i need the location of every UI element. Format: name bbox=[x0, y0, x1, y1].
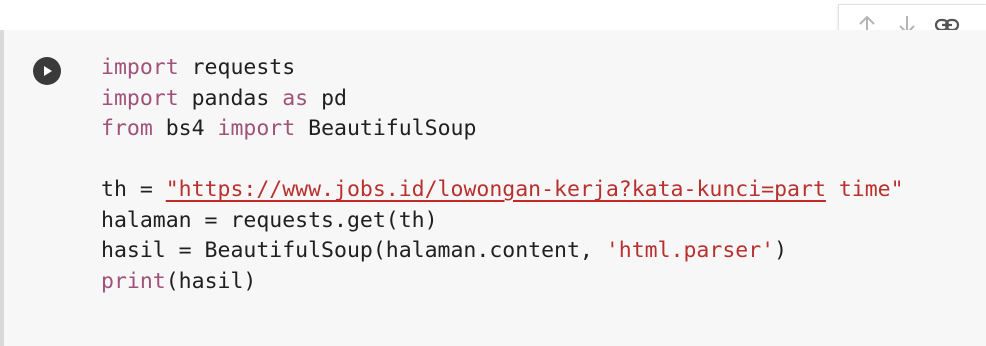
code-line: print(hasil) bbox=[101, 268, 257, 294]
code-line: hasil = BeautifulSoup(halaman.content, '… bbox=[101, 238, 788, 263]
code-line: from bs4 import BeautifulSoup bbox=[101, 116, 477, 141]
run-cell-button[interactable] bbox=[33, 57, 61, 85]
play-icon bbox=[44, 66, 52, 76]
code-line: th = "https://www.jobs.id/lowongan-kerja… bbox=[101, 177, 904, 202]
code-cell[interactable]: import requests import pandas as pd from b… bbox=[0, 30, 986, 346]
code-line: halaman = requests.get(th) bbox=[101, 207, 438, 233]
code-editor[interactable]: import requests import pandas as pd from b… bbox=[101, 53, 904, 297]
code-line: import requests bbox=[101, 55, 296, 80]
code-line: import pandas as pd bbox=[101, 85, 347, 111]
url-string-literal: "https://www.jobs.id/lowongan-kerja?kata… bbox=[165, 177, 826, 202]
